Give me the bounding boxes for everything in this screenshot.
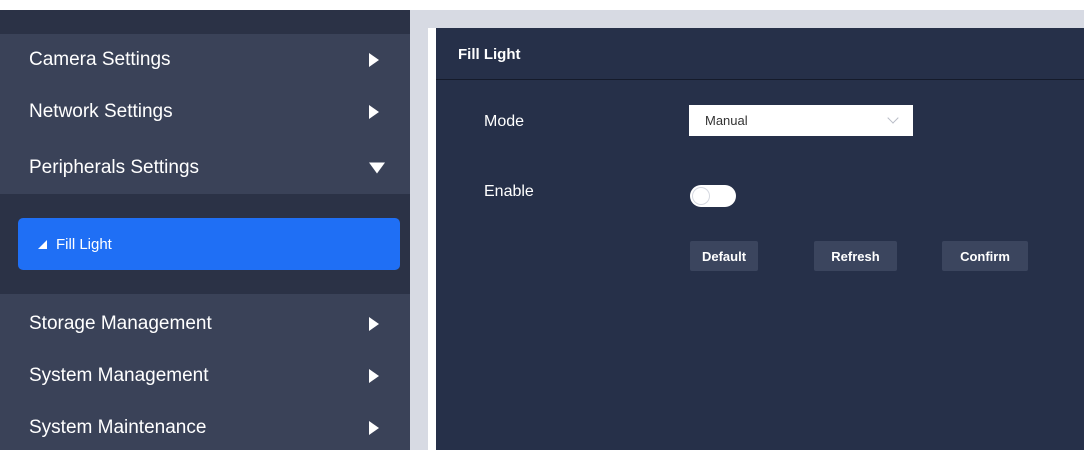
sidebar-item-label: System Management bbox=[29, 365, 209, 386]
enable-label: Enable bbox=[484, 183, 534, 200]
sidebar-item-system-maintenance[interactable]: System Maintenance bbox=[0, 402, 410, 450]
sidebar-item-label: Peripherals Settings bbox=[29, 157, 200, 178]
confirm-button[interactable]: Confirm bbox=[942, 241, 1028, 271]
right-triangle-icon bbox=[369, 317, 379, 331]
right-triangle-icon bbox=[369, 369, 379, 383]
sidebar-item-peripherals-settings[interactable]: Peripherals Settings bbox=[0, 142, 410, 194]
right-triangle-icon bbox=[369, 105, 379, 119]
sidebar-header-strip bbox=[0, 10, 410, 34]
sidebar-item-camera-settings[interactable]: Camera Settings bbox=[0, 34, 410, 86]
expand-triangle-icon bbox=[38, 239, 47, 249]
sidebar-item-label: Storage Management bbox=[29, 313, 212, 334]
app-root: Camera Settings Network Settings Periphe… bbox=[0, 0, 1084, 450]
right-triangle-icon bbox=[369, 421, 379, 435]
sidebar-item-label: Network Settings bbox=[29, 101, 173, 122]
mode-label: Mode bbox=[484, 113, 525, 130]
enable-toggle[interactable] bbox=[690, 185, 736, 207]
sidebar-item-network-settings[interactable]: Network Settings bbox=[0, 86, 410, 138]
toggle-knob bbox=[693, 188, 709, 204]
content-top-divider bbox=[428, 10, 1084, 28]
sidebar-item-label: System Maintenance bbox=[29, 417, 207, 438]
page-title: Fill Light bbox=[458, 46, 521, 63]
refresh-button[interactable]: Refresh bbox=[814, 241, 897, 271]
sidebar-item-system-management[interactable]: System Management bbox=[0, 350, 410, 402]
mode-select-value: Manual bbox=[705, 113, 748, 128]
down-triangle-icon bbox=[369, 162, 385, 174]
sidebar: Camera Settings Network Settings Periphe… bbox=[0, 10, 410, 450]
sidebar-item-label: Camera Settings bbox=[29, 49, 171, 70]
sidebar-subitem-fill-light[interactable]: Fill Light bbox=[18, 218, 400, 270]
chevron-down-icon bbox=[887, 112, 899, 124]
fill-light-panel: Fill Light Mode Manual Enable Default Re… bbox=[436, 28, 1084, 450]
peripherals-submenu: Fill Light bbox=[0, 194, 410, 294]
mode-select[interactable]: Manual bbox=[689, 105, 913, 136]
default-button[interactable]: Default bbox=[690, 241, 758, 271]
sidebar-subitem-label: Fill Light bbox=[56, 235, 112, 253]
sidebar-item-storage-management[interactable]: Storage Management bbox=[0, 298, 410, 350]
panel-divider bbox=[410, 10, 428, 450]
title-divider bbox=[436, 79, 1084, 80]
right-triangle-icon bbox=[369, 53, 379, 67]
